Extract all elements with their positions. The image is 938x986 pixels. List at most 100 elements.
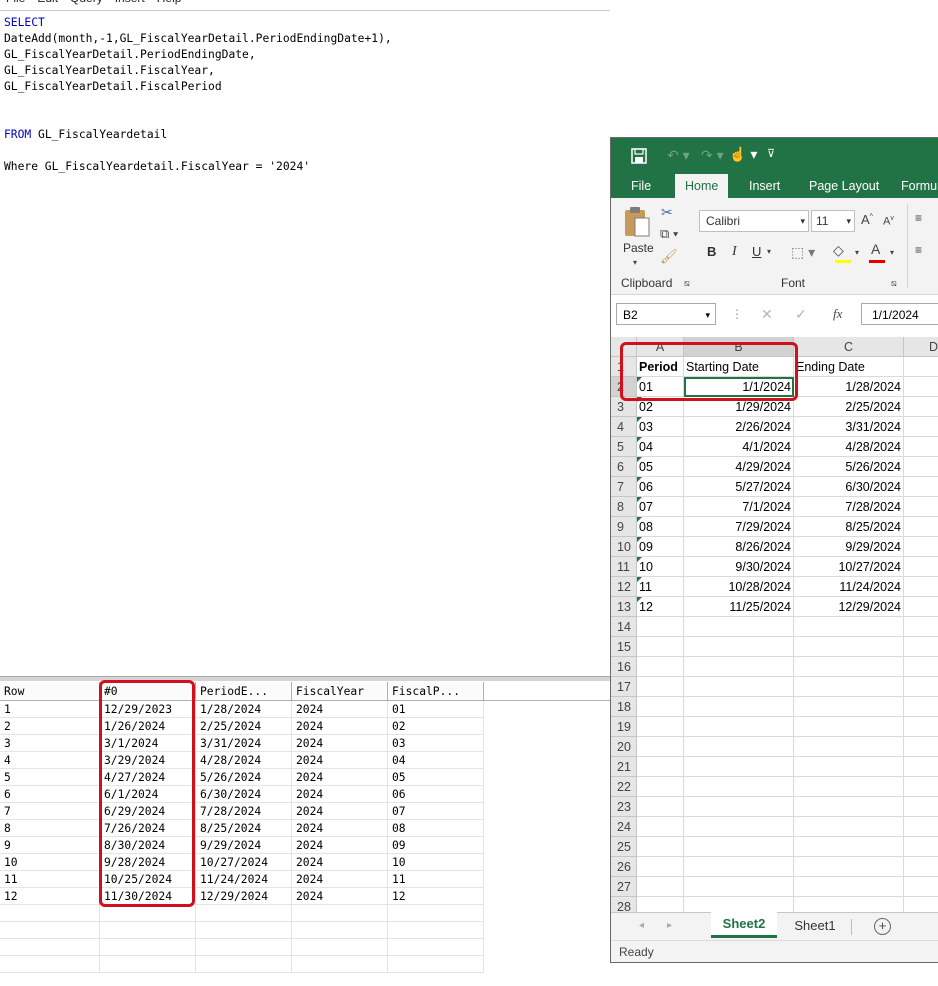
results-cell[interactable] <box>292 922 388 939</box>
formula-input[interactable]: 1/1/2024 <box>861 303 938 325</box>
select-all-corner[interactable] <box>611 337 637 357</box>
results-cell[interactable]: 3/29/2024 <box>100 752 196 769</box>
results-cell[interactable]: 3 <box>0 735 100 752</box>
cell[interactable] <box>794 677 904 697</box>
more-options-icon[interactable]: ⋮ <box>731 308 743 320</box>
results-cell[interactable] <box>292 939 388 956</box>
cell[interactable]: 03 <box>637 417 684 437</box>
results-cell[interactable]: 5/26/2024 <box>196 769 292 786</box>
results-cell[interactable]: 6/29/2024 <box>100 803 196 820</box>
cell[interactable] <box>684 757 794 777</box>
cell[interactable]: 7/1/2024 <box>684 497 794 517</box>
results-cell[interactable]: 9 <box>0 837 100 854</box>
results-cell[interactable]: 2024 <box>292 735 388 752</box>
cell[interactable]: 8/26/2024 <box>684 537 794 557</box>
row-header[interactable]: 12 <box>611 577 637 597</box>
tab-page-layout[interactable]: Page Layout <box>809 174 879 198</box>
results-cell[interactable]: 11 <box>0 871 100 888</box>
results-cell[interactable]: 3/1/2024 <box>100 735 196 752</box>
align-left-icon[interactable]: ≡ <box>915 244 922 256</box>
cell[interactable]: 7/29/2024 <box>684 517 794 537</box>
results-cell[interactable]: 2024 <box>292 786 388 803</box>
row-header[interactable]: 1 <box>611 357 637 377</box>
results-cell[interactable] <box>196 922 292 939</box>
cell[interactable] <box>637 677 684 697</box>
cell[interactable] <box>904 657 938 677</box>
cell[interactable] <box>637 817 684 837</box>
cell[interactable]: 3/31/2024 <box>794 417 904 437</box>
cell[interactable] <box>637 617 684 637</box>
column-header-b[interactable]: B <box>684 337 794 357</box>
results-cell[interactable]: 11/24/2024 <box>196 871 292 888</box>
column-header-c[interactable]: C <box>794 337 904 357</box>
cell[interactable] <box>904 637 938 657</box>
touch-mode-icon[interactable]: ☝ ▾ <box>729 147 757 161</box>
results-cell[interactable]: 11 <box>388 871 484 888</box>
row-header[interactable]: 26 <box>611 857 637 877</box>
results-cell[interactable]: 06 <box>388 786 484 803</box>
row-header[interactable]: 23 <box>611 797 637 817</box>
results-cell[interactable] <box>100 939 196 956</box>
cell[interactable] <box>684 717 794 737</box>
align-top-icon[interactable]: ≡ <box>915 212 922 224</box>
results-cell[interactable]: 07 <box>388 803 484 820</box>
row-header[interactable]: 8 <box>611 497 637 517</box>
results-cell[interactable]: 10/27/2024 <box>196 854 292 871</box>
sql-editor[interactable]: SELECT DateAdd(month,-1,GL_FiscalYearDeta… <box>0 10 610 679</box>
cell[interactable] <box>684 657 794 677</box>
cell[interactable]: 02 <box>637 397 684 417</box>
results-cell[interactable]: 6 <box>0 786 100 803</box>
decrease-font-icon[interactable]: Av <box>883 215 894 228</box>
results-cell[interactable]: 9/28/2024 <box>100 854 196 871</box>
chevron-down-icon[interactable]: ▾ <box>855 249 859 257</box>
cell[interactable] <box>637 697 684 717</box>
cell[interactable] <box>904 557 938 577</box>
italic-button[interactable]: I <box>732 244 737 260</box>
underline-button[interactable]: U <box>752 244 761 259</box>
results-cell[interactable]: 12/29/2023 <box>100 701 196 718</box>
cell[interactable]: 11/24/2024 <box>794 577 904 597</box>
cell[interactable] <box>904 797 938 817</box>
cell[interactable] <box>637 657 684 677</box>
cell[interactable] <box>904 617 938 637</box>
cell[interactable] <box>794 757 904 777</box>
cell[interactable] <box>904 737 938 757</box>
row-header[interactable]: 27 <box>611 877 637 897</box>
cell[interactable]: 9/29/2024 <box>794 537 904 557</box>
cell[interactable] <box>904 377 938 397</box>
sql-code[interactable]: SELECT DateAdd(month,-1,GL_FiscalYearDeta… <box>4 15 392 175</box>
cell[interactable] <box>794 737 904 757</box>
scroll-left-icon[interactable]: ◂ <box>639 921 644 931</box>
cell[interactable] <box>637 637 684 657</box>
customize-toolbar-icon[interactable]: ⊽ <box>767 149 775 160</box>
row-header[interactable]: 20 <box>611 737 637 757</box>
results-cell[interactable]: 01 <box>388 701 484 718</box>
results-cell[interactable]: 1/28/2024 <box>196 701 292 718</box>
undo-icon[interactable]: ↶ ▾ <box>667 148 690 162</box>
cell[interactable] <box>904 777 938 797</box>
row-header[interactable]: 19 <box>611 717 637 737</box>
results-column-header[interactable]: PeriodE... <box>196 682 292 701</box>
cell[interactable]: 07 <box>637 497 684 517</box>
cell[interactable] <box>684 797 794 817</box>
cell[interactable] <box>684 677 794 697</box>
menu-item-insert[interactable]: Insert <box>115 0 145 5</box>
paste-dropdown-icon[interactable]: ▾ <box>633 259 637 267</box>
cell[interactable] <box>794 877 904 897</box>
cut-icon[interactable]: ✂ <box>661 205 673 219</box>
cell[interactable]: 9/30/2024 <box>684 557 794 577</box>
row-header[interactable]: 13 <box>611 597 637 617</box>
insert-function-icon[interactable]: fx <box>833 307 842 320</box>
results-cell[interactable] <box>0 922 100 939</box>
row-header[interactable]: 16 <box>611 657 637 677</box>
redo-icon[interactable]: ↷ ▾ <box>701 148 724 162</box>
results-cell[interactable]: 7 <box>0 803 100 820</box>
cell[interactable]: 12/29/2024 <box>794 597 904 617</box>
cell[interactable]: 10 <box>637 557 684 577</box>
cell[interactable]: 09 <box>637 537 684 557</box>
results-cell[interactable] <box>100 956 196 973</box>
cell[interactable] <box>794 817 904 837</box>
results-column-header[interactable]: FiscalYear <box>292 682 388 701</box>
results-cell[interactable] <box>196 956 292 973</box>
results-cell[interactable]: 2024 <box>292 718 388 735</box>
